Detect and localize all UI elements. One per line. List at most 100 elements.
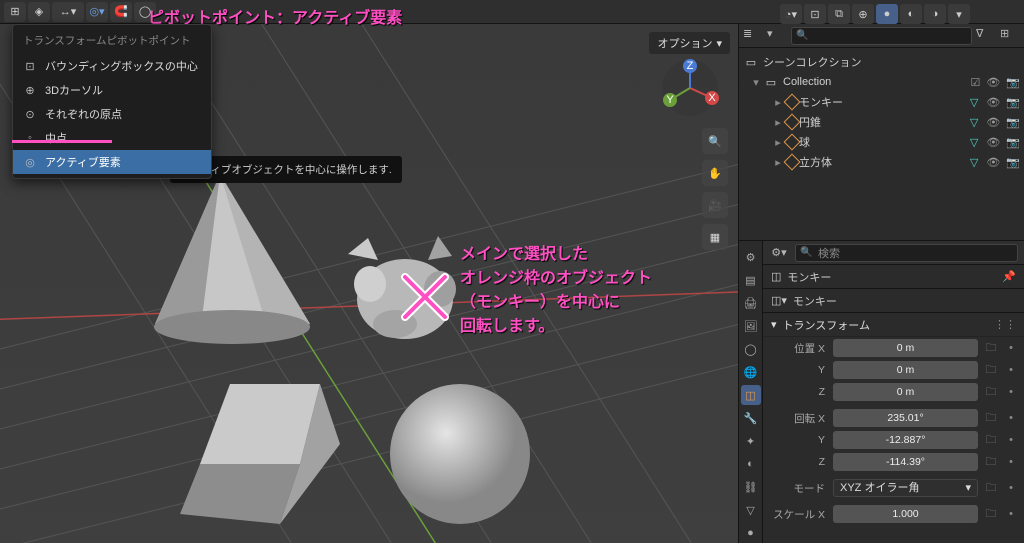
pivot-point-dropdown[interactable]: ◎▾ [86, 2, 108, 22]
scene-icon: ▭ [743, 56, 759, 69]
tree-collection[interactable]: ▾ ▭ Collection ☑ 👁 📷 [739, 72, 1024, 92]
tab-tool[interactable]: ⚙ [741, 247, 761, 267]
right-panel-area: ≣ ▾ ∇ ⊞ ▭ シーンコレクション ▾ ▭ Collection [738, 24, 1024, 543]
properties-search-input[interactable]: 検索 [795, 244, 1018, 262]
outliner-editor-type[interactable]: ≣ [743, 27, 763, 45]
camera-icon[interactable]: 📷 [1006, 96, 1020, 109]
pivot-option-median[interactable]: ◦ 中点 [13, 126, 211, 150]
lib-override-icon[interactable]: 🗀 [982, 453, 1000, 471]
modifier-icon[interactable]: ▽ [970, 116, 978, 129]
outliner-search[interactable] [791, 27, 972, 45]
disclosure-icon[interactable]: ▾ [749, 76, 763, 89]
section-transform-header[interactable]: ▾ トランスフォーム ⋮⋮ [763, 313, 1024, 337]
lib-override-icon[interactable]: 🗀 [982, 505, 1000, 523]
rotation-y-input[interactable]: -12.887° [833, 431, 978, 449]
zoom-icon[interactable]: 🔍 [702, 128, 728, 154]
tab-output[interactable]: 🖨 [741, 293, 761, 313]
tab-viewlayer[interactable]: 🖼 [741, 316, 761, 336]
editor-type-dropdown[interactable]: ⊞ [4, 2, 26, 22]
orientation-gizmo[interactable]: X Y Z [660, 58, 720, 118]
tree-item-cube[interactable]: ▸ 立方体 ▽ 👁 📷 [739, 152, 1024, 172]
tab-modifiers[interactable]: 🔧 [741, 408, 761, 428]
modifier-icon[interactable]: ▽ [970, 136, 978, 149]
camera-icon[interactable]: 🎥 [702, 192, 728, 218]
location-z-input[interactable]: 0 m [833, 383, 978, 401]
snap-toggle[interactable]: 🧲 [110, 2, 132, 22]
lib-override-icon[interactable]: 🗀 [982, 361, 1000, 379]
eye-icon[interactable]: 👁 [986, 136, 1000, 149]
lib-override-icon[interactable]: 🗀 [982, 479, 1000, 497]
lock-icon[interactable]: • [1004, 479, 1018, 497]
shading-matprev[interactable]: ◐ [900, 4, 922, 24]
properties-breadcrumb-1: ◫ モンキー 📌 [763, 265, 1024, 289]
tab-constraints[interactable]: ⛓ [741, 477, 761, 497]
checkbox-icon[interactable]: ☑ [970, 76, 980, 89]
gizmo-dropdown[interactable]: ◔▾ [780, 4, 802, 24]
lib-override-icon[interactable]: 🗀 [982, 431, 1000, 449]
lock-icon[interactable]: • [1004, 361, 1018, 379]
chevron-down-icon: ▾ [965, 480, 971, 496]
pin-icon[interactable]: 📌 [1002, 270, 1016, 283]
camera-icon[interactable]: 📷 [1006, 156, 1020, 169]
scale-x-input[interactable]: 1.000 [833, 505, 978, 523]
lock-icon[interactable]: • [1004, 453, 1018, 471]
lock-icon[interactable]: • [1004, 409, 1018, 427]
pivot-option-active[interactable]: ◎ アクティブ要素 [13, 150, 211, 174]
shading-rendered[interactable]: ◑ [924, 4, 946, 24]
eye-icon[interactable]: 👁 [986, 116, 1000, 129]
camera-icon[interactable]: 📷 [1006, 76, 1020, 89]
location-x-input[interactable]: 0 m [833, 339, 978, 357]
pivot-option-bbox[interactable]: ⊡ バウンディングボックスの中心 [13, 54, 211, 78]
tab-particles[interactable]: ✦ [741, 431, 761, 451]
cone-object[interactable] [154, 174, 310, 344]
sphere-object[interactable] [390, 384, 530, 524]
shading-solid[interactable]: ● [876, 4, 898, 24]
camera-icon[interactable]: 📷 [1006, 136, 1020, 149]
tab-physics[interactable]: ◐ [741, 454, 761, 474]
modifier-icon[interactable]: ▽ [970, 96, 978, 109]
lock-icon[interactable]: • [1004, 431, 1018, 449]
pivot-option-cursor[interactable]: ⊕ 3Dカーソル [13, 78, 211, 102]
tab-world[interactable]: 🌐 [741, 362, 761, 382]
modifier-icon[interactable]: ▽ [970, 156, 978, 169]
xray-toggle[interactable]: ⧉ [828, 4, 850, 24]
shading-wireframe[interactable]: ⊕ [852, 4, 874, 24]
lib-override-icon[interactable]: 🗀 [982, 409, 1000, 427]
rotation-z-input[interactable]: -114.39° [833, 453, 978, 471]
viewport-options-button[interactable]: オプション ▾ [649, 32, 730, 54]
section-menu-icon[interactable]: ⋮⋮ [994, 318, 1016, 331]
arrow-dropdown[interactable]: ↔▾ [52, 2, 84, 22]
eye-icon[interactable]: 👁 [986, 96, 1000, 109]
mode-dropdown[interactable]: ◈ [28, 2, 50, 22]
tab-scene[interactable]: ◯ [741, 339, 761, 359]
lock-icon[interactable]: • [1004, 383, 1018, 401]
tab-data[interactable]: ▽ [741, 500, 761, 520]
tab-render[interactable]: ▤ [741, 270, 761, 290]
eye-icon[interactable]: 👁 [986, 76, 1000, 89]
properties-editor-type[interactable]: ⚙▾ [769, 246, 789, 259]
overlay-toggle[interactable]: ⊡ [804, 4, 826, 24]
outliner-new-collection[interactable]: ⊞ [1000, 27, 1020, 45]
pan-icon[interactable]: ✋ [702, 160, 728, 186]
eye-icon[interactable]: 👁 [986, 156, 1000, 169]
tree-item-cone[interactable]: ▸ 円錐 ▽ 👁 📷 [739, 112, 1024, 132]
field-location-y: Y 0 m 🗀 • [763, 359, 1024, 381]
shading-dropdown[interactable]: ▾ [948, 4, 970, 24]
rotation-x-input[interactable]: 235.01° [833, 409, 978, 427]
lib-override-icon[interactable]: 🗀 [982, 383, 1000, 401]
lock-icon[interactable]: • [1004, 339, 1018, 357]
camera-icon[interactable]: 📷 [1006, 116, 1020, 129]
location-y-input[interactable]: 0 m [833, 361, 978, 379]
pivot-option-individual[interactable]: ⊙ それぞれの原点 [13, 102, 211, 126]
tab-material[interactable]: ● [741, 523, 761, 543]
tree-item-monkey[interactable]: ▸ モンキー ▽ 👁 📷 [739, 92, 1024, 112]
tab-object[interactable]: ◫ [741, 385, 761, 405]
rotation-mode-dropdown[interactable]: XYZ オイラー角 ▾ [833, 479, 978, 497]
lib-override-icon[interactable]: 🗀 [982, 339, 1000, 357]
outliner-filter-button[interactable]: ∇ [976, 27, 996, 45]
lock-icon[interactable]: • [1004, 505, 1018, 523]
outliner-display-mode[interactable]: ▾ [767, 27, 787, 45]
tree-scene-collection[interactable]: ▭ シーンコレクション [739, 52, 1024, 72]
perspective-icon[interactable]: ▦ [702, 224, 728, 250]
tree-item-sphere[interactable]: ▸ 球 ▽ 👁 📷 [739, 132, 1024, 152]
